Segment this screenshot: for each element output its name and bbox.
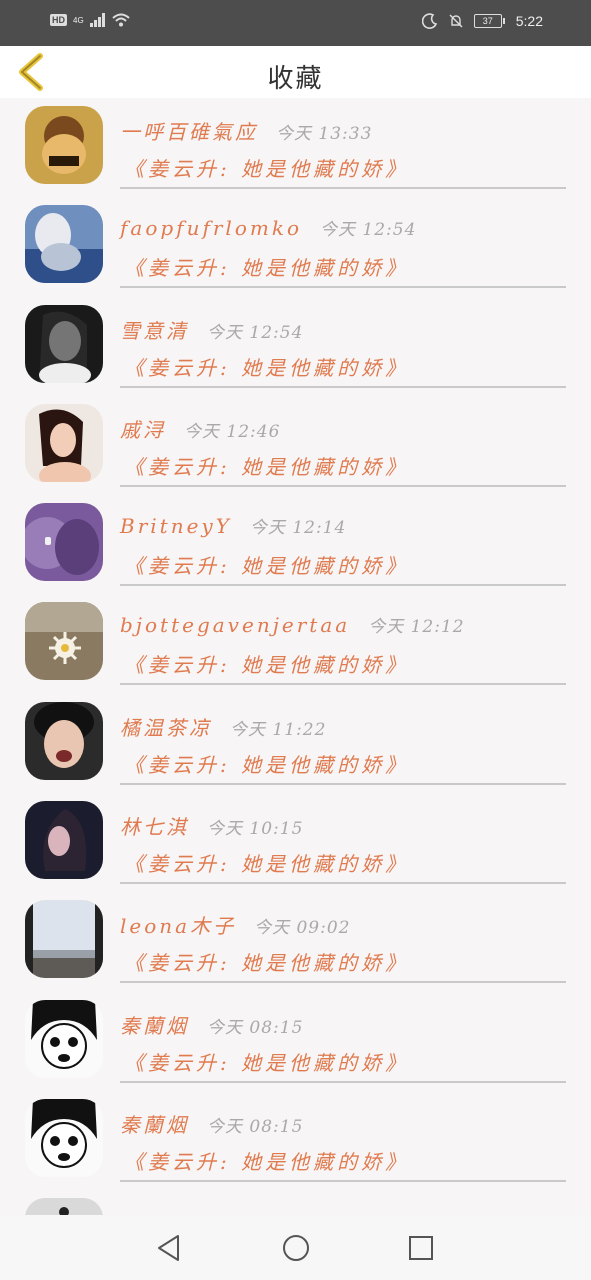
list-item[interactable]: 戚浔 今天 12:46 《姜云升: 她是他藏的娇》 [0, 396, 591, 495]
avatar[interactable] [25, 106, 103, 184]
divider [120, 385, 566, 388]
user-name: faopfufrlomko [120, 216, 302, 241]
timestamp: 今天 12:12 [368, 617, 465, 638]
nav-back-button[interactable] [154, 1233, 184, 1263]
avatar[interactable] [25, 602, 103, 681]
page-title: 收藏 [267, 64, 324, 94]
status-bar: HD 4G 37 5:22 [0, 0, 591, 46]
timestamp: 今天 13:33 [276, 124, 373, 144]
user-name: leona木子 [120, 914, 237, 939]
avatar[interactable] [25, 701, 103, 780]
favorites-list: 一呼百碓氣应 今天 13:33 《姜云升: 她是他藏的娇》 faopfufrlom… [0, 98, 591, 1215]
list-item[interactable] [0, 1190, 591, 1215]
moon-icon [421, 13, 437, 29]
nav-home-button[interactable] [281, 1233, 311, 1263]
battery-indicator: 37 [473, 14, 505, 28]
hd-badge: HD [50, 14, 67, 26]
avatar[interactable] [25, 900, 103, 979]
book-title[interactable]: 《姜云升: 她是他藏的娇》 [124, 1146, 409, 1175]
book-title[interactable]: 《姜云升: 她是他藏的娇》 [124, 352, 409, 381]
timestamp: 今天 12:54 [319, 220, 417, 241]
divider [120, 187, 566, 189]
nav-recents-button[interactable] [406, 1233, 436, 1263]
circle-home-icon [283, 1235, 309, 1261]
book-title[interactable]: 《姜云升: 她是他藏的娇》 [124, 848, 409, 877]
divider [120, 1179, 566, 1182]
user-name: bjottegavenjertaa [120, 613, 351, 638]
user-name: 橘温茶凉 [120, 715, 212, 740]
divider [120, 584, 566, 587]
user-name: 林七淇 [120, 815, 189, 840]
divider [120, 286, 566, 289]
user-name: 秦蘭烟 [120, 1112, 189, 1137]
list-item[interactable]: BritneyY 今天 12:14 《姜云升: 她是他藏的娇》 [0, 495, 591, 594]
system-nav-bar [0, 1215, 591, 1280]
timestamp: 今天 11:22 [230, 719, 327, 740]
user-name: 戚浔 [120, 417, 166, 442]
divider [120, 1080, 566, 1083]
list-item[interactable]: 橘温茶凉 今天 11:22 《姜云升: 她是他藏的娇》 [0, 694, 591, 793]
avatar[interactable] [25, 403, 103, 482]
divider [120, 484, 566, 487]
timestamp: 今天 10:15 [207, 819, 304, 840]
avatar[interactable] [25, 304, 103, 383]
user-name: 秦蘭烟 [120, 1013, 189, 1038]
avatar[interactable] [25, 1198, 103, 1215]
triangle-back-icon [158, 1235, 179, 1261]
book-title[interactable]: 《姜云升: 她是他藏的娇》 [124, 1047, 409, 1076]
avatar[interactable] [25, 801, 103, 880]
mute-bell-icon [449, 14, 463, 28]
list-item[interactable]: leona木子 今天 09:02 《姜云升: 她是他藏的娇》 [0, 892, 591, 991]
book-title[interactable]: 《姜云升: 她是他藏的娇》 [124, 153, 409, 182]
book-title[interactable]: 《姜云升: 她是他藏的娇》 [124, 550, 409, 579]
list-item[interactable]: faopfufrlomko 今天 12:54 《姜云升: 她是他藏的娇》 [0, 197, 591, 296]
timestamp: 今天 08:15 [207, 1116, 304, 1137]
avatar[interactable] [25, 205, 103, 284]
network-label: 4G [73, 15, 84, 25]
list-item[interactable]: bjottegavenjertaa 今天 12:12 《姜云升: 她是他藏的娇》 [0, 594, 591, 693]
divider [120, 981, 566, 984]
book-title[interactable]: 《姜云升: 她是他藏的娇》 [124, 947, 409, 976]
wifi-icon [112, 13, 130, 27]
list-item[interactable]: 林七淇 今天 10:15 《姜云升: 她是他藏的娇》 [0, 793, 591, 892]
list-item[interactable]: 一呼百碓氣应 今天 13:33 《姜云升: 她是他藏的娇》 [0, 98, 591, 197]
list-item[interactable]: 雪意清 今天 12:54 《姜云升: 她是他藏的娇》 [0, 297, 591, 396]
book-title[interactable]: 《姜云升: 她是他藏的娇》 [124, 649, 409, 678]
user-name: 一呼百碓氣应 [120, 120, 258, 144]
divider [120, 683, 566, 686]
avatar[interactable] [25, 999, 103, 1078]
divider [120, 782, 566, 785]
clock: 5:22 [515, 13, 543, 29]
avatar[interactable] [25, 1098, 103, 1177]
timestamp: 今天 12:46 [184, 421, 281, 442]
timestamp: 今天 12:14 [249, 518, 347, 539]
divider [120, 882, 566, 885]
user-name: BritneyY [120, 514, 232, 539]
timestamp: 今天 12:54 [207, 322, 304, 343]
book-title[interactable]: 《姜云升: 她是他藏的娇》 [124, 749, 409, 778]
timestamp: 今天 08:15 [207, 1017, 304, 1038]
avatar[interactable] [25, 503, 103, 582]
book-title[interactable]: 《姜云升: 她是他藏的娇》 [124, 451, 409, 480]
square-recents-icon [409, 1236, 433, 1260]
list-item[interactable]: 秦蘭烟 今天 08:15 《姜云升: 她是他藏的娇》 [0, 992, 591, 1091]
list-item[interactable]: 秦蘭烟 今天 08:15 《姜云升: 她是他藏的娇》 [0, 1091, 591, 1190]
book-title[interactable]: 《姜云升: 她是他藏的娇》 [124, 252, 409, 281]
timestamp: 今天 09:02 [254, 918, 351, 939]
header: 收藏 [0, 46, 591, 98]
user-name: 雪意清 [120, 318, 189, 343]
signal-icon [89, 13, 105, 27]
